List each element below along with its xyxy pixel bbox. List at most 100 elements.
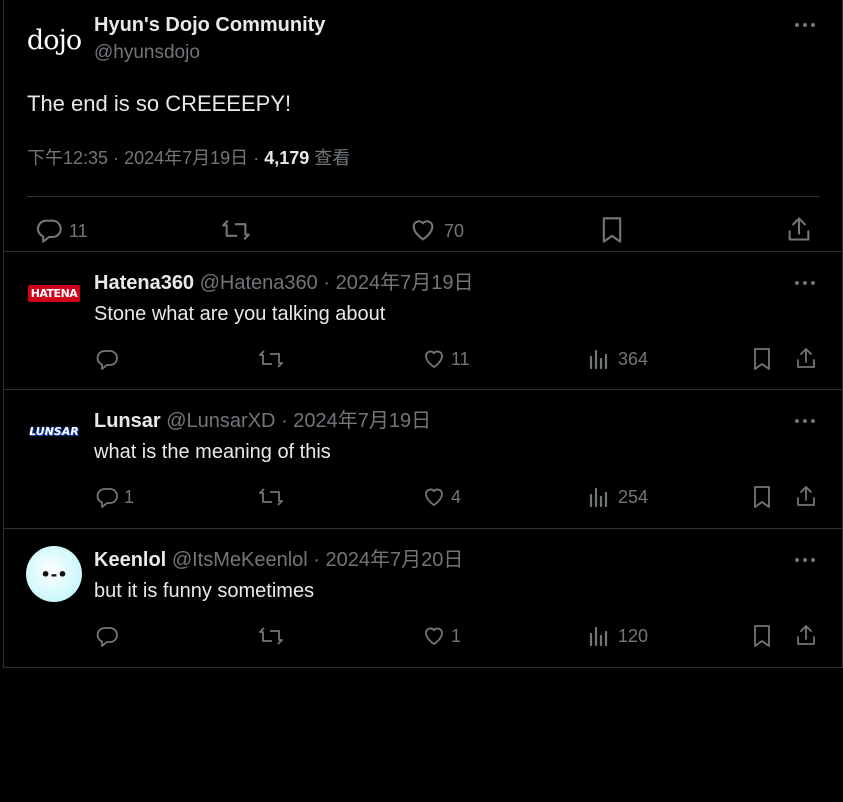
like-count: 1	[451, 626, 462, 646]
reply-button[interactable]	[94, 346, 120, 372]
reply-header: Lunsar @LunsarXD · 2024年7月19日	[94, 409, 431, 433]
reply-button[interactable]	[34, 215, 64, 245]
bookmark-button[interactable]	[750, 623, 774, 649]
handle[interactable]: @LunsarXD	[166, 410, 275, 432]
avatar[interactable]: LUNSAR	[26, 403, 82, 459]
heart-icon	[425, 488, 443, 506]
reply-text: what is the meaning of this	[94, 441, 331, 463]
reply-count: 1	[124, 487, 135, 507]
avatar-logo-text: dojo	[26, 24, 82, 56]
display-name[interactable]: Keenlol	[94, 549, 166, 571]
repost-button[interactable]	[257, 623, 285, 649]
separator: ·	[323, 272, 331, 294]
separator: ·	[113, 148, 120, 168]
reply-header: Hatena360 @Hatena360 · 2024年7月19日	[94, 271, 473, 295]
bar-chart-icon	[589, 487, 608, 508]
views-button[interactable]	[586, 623, 612, 649]
reply-post[interactable]: HATENA Hatena360 @Hatena360 · 2024年7月19日…	[4, 252, 842, 389]
more-icon[interactable]	[793, 271, 817, 295]
reply-count: 11	[69, 221, 88, 241]
bookmark-icon	[754, 486, 770, 508]
avatar-logo-text: HATENA	[27, 284, 81, 302]
display-name[interactable]: Hyun's Dojo Community	[94, 13, 325, 37]
views-button[interactable]	[586, 346, 612, 372]
view-count: 254	[618, 487, 649, 507]
post-meta: 下午12:35 · 2024年7月19日 · 4,179 查看	[27, 147, 350, 169]
like-button[interactable]	[407, 215, 439, 245]
reply-text: but it is funny sometimes	[94, 580, 315, 602]
bookmark-icon	[754, 625, 770, 647]
repost-button[interactable]	[219, 215, 253, 245]
reply-header: Keenlol @ItsMeKeenlol · 2024年7月20日	[94, 548, 463, 572]
share-icon	[797, 625, 815, 645]
avatar[interactable]: HATENA	[26, 265, 82, 321]
like-count: 11	[451, 349, 470, 369]
bookmark-icon	[602, 217, 622, 243]
reply-icon	[96, 488, 118, 508]
views-button[interactable]	[586, 484, 612, 510]
reply-button[interactable]	[94, 623, 120, 649]
like-button[interactable]	[421, 484, 447, 510]
display-name[interactable]: Hatena360	[94, 272, 194, 294]
bookmark-button[interactable]	[750, 346, 774, 372]
share-icon	[797, 486, 815, 506]
bar-chart-icon	[589, 626, 608, 647]
share-icon	[797, 348, 815, 368]
like-count: 4	[451, 487, 462, 507]
reply-post[interactable]: LUNSAR Lunsar @LunsarXD · 2024年7月19日 wha…	[4, 390, 842, 528]
reply-icon	[96, 627, 118, 647]
share-button[interactable]	[793, 483, 819, 509]
handle[interactable]: @Hatena360	[200, 272, 318, 294]
reply-button[interactable]	[94, 484, 120, 510]
bookmark-button[interactable]	[750, 484, 774, 510]
bar-chart-icon	[589, 349, 608, 370]
handle[interactable]: @ItsMeKeenlol	[172, 549, 308, 571]
bookmark-button[interactable]	[597, 215, 627, 245]
repost-icon	[259, 627, 283, 645]
main-post: dojo Hyun's Dojo Community @hyunsdojo Th…	[4, 0, 842, 251]
post-date[interactable]: 2024年7月20日	[326, 549, 464, 571]
separator: ·	[253, 148, 260, 168]
repost-button[interactable]	[257, 484, 285, 510]
post-time[interactable]: 下午12:35	[27, 148, 108, 168]
share-button[interactable]	[793, 622, 819, 648]
divider	[4, 667, 842, 668]
display-name[interactable]: Lunsar	[94, 410, 161, 432]
more-icon[interactable]	[793, 548, 817, 572]
reply-text: Stone what are you talking about	[94, 303, 386, 325]
view-count: 4,179	[264, 148, 310, 168]
separator: ·	[313, 549, 320, 571]
share-icon	[788, 217, 810, 241]
post-date[interactable]: 2024年7月19日	[336, 272, 474, 294]
conversation-column: dojo Hyun's Dojo Community @hyunsdojo Th…	[3, 0, 843, 668]
view-label: 查看	[314, 148, 351, 168]
like-button[interactable]	[421, 346, 447, 372]
view-count: 364	[618, 349, 649, 369]
reply-icon	[96, 350, 118, 370]
divider	[27, 196, 820, 197]
repost-icon	[259, 488, 283, 506]
more-icon[interactable]	[793, 409, 817, 433]
post-date[interactable]: 2024年7月19日	[293, 410, 431, 432]
reply-icon	[36, 219, 62, 243]
like-button[interactable]	[421, 623, 447, 649]
repost-button[interactable]	[257, 346, 285, 372]
post-date[interactable]: 2024年7月19日	[124, 148, 248, 168]
bookmark-icon	[754, 348, 770, 370]
avatar-logo-text: LUNSAR	[29, 424, 79, 438]
reply-post[interactable]: •-• Keenlol @ItsMeKeenlol · 2024年7月20日 b…	[4, 529, 842, 667]
view-count: 120	[618, 626, 649, 646]
separator: ·	[281, 410, 288, 432]
handle[interactable]: @hyunsdojo	[94, 42, 200, 64]
avatar-face-text: •-•	[40, 564, 68, 584]
heart-icon	[425, 627, 443, 645]
avatar[interactable]: dojo	[26, 12, 82, 68]
like-count: 70	[444, 221, 465, 241]
share-button[interactable]	[784, 214, 814, 244]
heart-icon	[425, 350, 443, 368]
repost-icon	[259, 350, 283, 368]
share-button[interactable]	[793, 345, 819, 371]
avatar[interactable]: •-•	[26, 546, 82, 602]
more-icon[interactable]	[793, 13, 817, 37]
heart-icon	[412, 220, 434, 241]
